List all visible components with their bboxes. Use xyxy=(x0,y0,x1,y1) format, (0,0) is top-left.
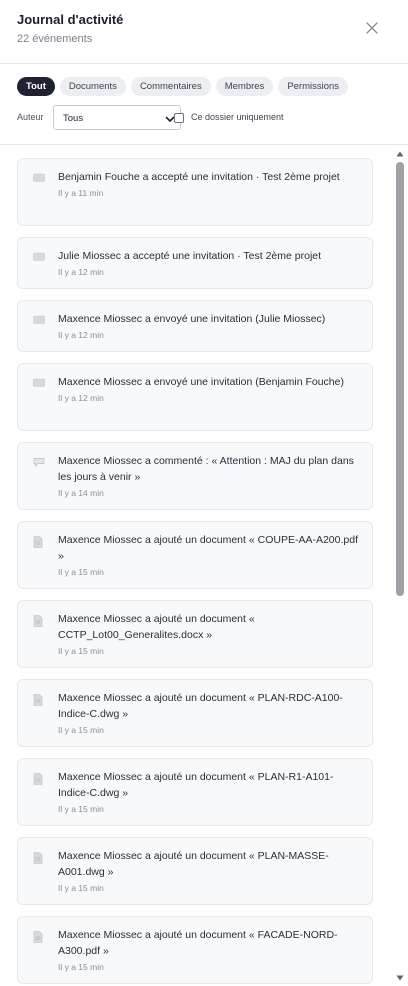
activity-text: Maxence Miossec a ajouté un document « P… xyxy=(58,850,329,878)
comment-icon xyxy=(33,458,45,467)
activity-item: Maxence Miossec a ajouté un document « F… xyxy=(17,916,373,984)
activity-item: Maxence Miossec a envoyé une invitation … xyxy=(17,300,373,352)
document-icon xyxy=(33,773,43,785)
panel-header: Journal d'activité 22 événements xyxy=(0,0,408,64)
close-button[interactable] xyxy=(362,18,382,38)
activity-time: Il y a 15 min xyxy=(58,567,104,577)
activity-item: Maxence Miossec a ajouté un document « P… xyxy=(17,758,373,826)
event-count: 22 événements xyxy=(17,33,93,45)
activity-list: Benjamin Fouche a accepté une invitation… xyxy=(0,145,408,986)
document-icon xyxy=(33,615,43,627)
panel-title: Journal d'activité xyxy=(17,12,124,27)
activity-text: Maxence Miossec a ajouté un document « C… xyxy=(58,613,255,641)
document-icon xyxy=(33,852,43,864)
activity-text: Maxence Miossec a ajouté un document « C… xyxy=(58,534,358,562)
scrollbar[interactable] xyxy=(394,148,406,986)
activity-text: Maxence Miossec a ajouté un document « P… xyxy=(58,692,343,720)
folder-icon xyxy=(33,315,45,324)
document-icon xyxy=(33,931,43,943)
activity-text: Benjamin Fouche a accepté une invitation… xyxy=(58,171,340,183)
activity-text: Maxence Miossec a envoyé une invitation … xyxy=(58,376,344,388)
activity-time: Il y a 12 min xyxy=(58,393,104,403)
activity-time: Il y a 11 min xyxy=(58,188,104,198)
activity-time: Il y a 12 min xyxy=(58,330,104,340)
document-icon xyxy=(33,694,43,706)
filter-commentaires[interactable]: Commentaires xyxy=(130,77,211,96)
activity-item: Maxence Miossec a ajouté un document « C… xyxy=(17,600,373,668)
activity-item: Maxence Miossec a commenté : « Attention… xyxy=(17,442,373,510)
folder-icon xyxy=(33,252,45,261)
filter-permissions[interactable]: Permissions xyxy=(278,77,349,96)
author-selected-value: Tous xyxy=(63,113,84,124)
activity-time: Il y a 15 min xyxy=(58,646,104,656)
folder-only-label: Ce dossier uniquement xyxy=(191,112,284,122)
activity-text: Maxence Miossec a ajouté un document « P… xyxy=(58,771,334,799)
author-select[interactable]: Tous xyxy=(53,105,181,130)
activity-time: Il y a 15 min xyxy=(58,804,104,814)
activity-text: Maxence Miossec a commenté : « Attention… xyxy=(58,455,354,483)
activity-text: Maxence Miossec a envoyé une invitation … xyxy=(58,313,326,325)
activity-item: Maxence Miossec a ajouté un document « P… xyxy=(17,679,373,747)
activity-item: Julie Miossec a accepté une invitation ·… xyxy=(17,237,373,289)
activity-item: Maxence Miossec a ajouté un document « P… xyxy=(17,837,373,905)
activity-time: Il y a 15 min xyxy=(58,883,104,893)
author-filter-row: Auteur Tous Ce dossier uniquement xyxy=(17,105,397,131)
scrollbar-thumb[interactable] xyxy=(396,162,404,596)
activity-time: Il y a 14 min xyxy=(58,488,104,498)
filter-tout[interactable]: Tout xyxy=(17,77,55,96)
folder-icon xyxy=(33,378,45,387)
filter-documents[interactable]: Documents xyxy=(59,77,126,96)
author-label: Auteur xyxy=(17,112,44,122)
close-icon xyxy=(366,22,378,34)
scroll-down-arrow-icon[interactable] xyxy=(396,974,404,982)
folder-icon xyxy=(33,173,45,182)
activity-text: Maxence Miossec a ajouté un document « F… xyxy=(58,929,338,957)
activity-item: Maxence Miossec a envoyé une invitation … xyxy=(17,363,373,431)
activity-time: Il y a 12 min xyxy=(58,267,104,277)
filter-membres[interactable]: Membres xyxy=(215,77,274,96)
activity-item: Benjamin Fouche a accepté une invitation… xyxy=(17,158,373,226)
folder-only-checkbox[interactable] xyxy=(174,113,184,123)
activity-item: Maxence Miossec a ajouté un document « C… xyxy=(17,521,373,589)
document-icon xyxy=(33,536,43,548)
activity-text: Julie Miossec a accepté une invitation ·… xyxy=(58,250,322,262)
activity-time: Il y a 15 min xyxy=(58,962,104,972)
activity-time: Il y a 15 min xyxy=(58,725,104,735)
scroll-up-arrow-icon[interactable] xyxy=(396,150,404,158)
filter-tabs: Tout Documents Commentaires Membres Perm… xyxy=(17,77,349,97)
